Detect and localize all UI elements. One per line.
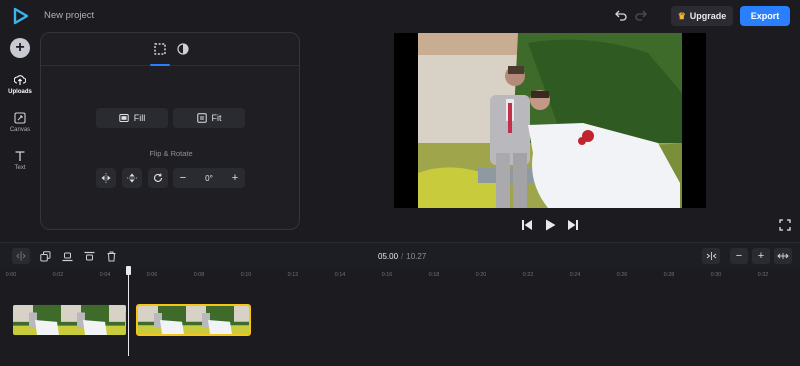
ruler-tick: 0:32 [757,272,769,278]
duplicate-button[interactable] [37,248,53,264]
ruler-tick: 0:28 [663,272,675,278]
align-bottom-button[interactable] [59,248,75,264]
preview-frame-image [418,33,682,208]
export-button[interactable]: Export [740,6,790,26]
fit-button[interactable]: Fit [173,108,245,128]
video-editor: New project ♛ Upgrade Export + Uploads C… [0,0,800,366]
fullscreen-icon[interactable] [779,219,791,231]
crown-icon: ♛ [677,10,686,21]
timeline-ruler[interactable]: 0:00 0:02 0:04 0:06 0:08 0:10 0:12 0:14 … [0,268,800,282]
undo-icon[interactable] [614,8,628,22]
duplicate-icon [39,250,50,261]
fit-timeline-icon [706,252,716,260]
flip-rotate-label: Flip & Rotate [149,149,193,158]
expand-timeline-button[interactable] [774,248,792,264]
ruler-tick: 0:24 [569,272,581,278]
flip-vertical-icon [127,173,137,183]
timecode: 05.00/10.27 [378,252,426,261]
sidebar-item-label: Canvas [9,127,31,133]
fit-icon [196,113,207,123]
plus-icon: + [757,250,765,262]
timeline-clip-selected[interactable] [136,304,251,336]
active-tab-indicator [150,64,170,66]
fit-label: Fit [211,113,222,123]
minus-icon: − [735,250,743,262]
sidebar-item-label: Text [14,165,26,171]
flip-vertical-button[interactable] [122,168,142,188]
app-logo-icon[interactable] [12,7,30,25]
ruler-tick: 0:10 [240,272,252,278]
canvas-icon [14,112,26,124]
total-time: 10.27 [406,252,427,261]
clip-thumbnail [109,305,126,335]
trash-icon [107,251,115,261]
current-time: 05.00 [378,252,399,261]
zoom-in-button[interactable]: + [752,248,770,264]
flip-horizontal-icon [101,173,111,183]
ruler-tick: 0:22 [522,272,534,278]
panel-tabs [41,33,299,66]
rotate-button[interactable] [148,168,168,188]
top-bar: New project ♛ Upgrade Export [0,0,800,32]
expand-icon [777,253,789,259]
ruler-tick: 0:04 [99,272,111,278]
ruler-tick: 0:12 [287,272,299,278]
project-title[interactable]: New project [44,10,94,21]
text-icon [15,151,25,161]
ruler-tick: 0:00 [5,272,17,278]
add-media-button[interactable]: + [10,38,30,58]
redo-icon[interactable] [634,8,648,22]
rotation-decrease-button[interactable]: − [173,168,193,188]
rotate-icon [154,173,163,182]
clip-thumbnail [61,305,109,335]
ruler-tick: 0:06 [146,272,158,278]
ruler-tick: 0:16 [381,272,393,278]
playhead-line[interactable] [128,272,129,356]
flip-horizontal-button[interactable] [96,168,116,188]
clip-thumbnail [186,306,234,334]
ruler-tick: 0:26 [616,272,628,278]
align-bottom-icon [62,252,72,261]
ruler-tick: 0:20 [475,272,487,278]
clip-thumbnail [234,306,249,334]
play-icon[interactable] [543,218,557,232]
ruler-tick: 0:18 [428,272,440,278]
delete-button[interactable] [103,248,119,264]
rotation-stepper: − 0° + [173,168,245,188]
timeline-toolbar: 05.00/10.27 − + [0,242,800,268]
fill-icon [119,114,129,122]
clip-thumbnail [138,306,186,334]
upgrade-button[interactable]: ♛ Upgrade [671,6,733,26]
fill-button[interactable]: Fill [96,108,168,128]
rotation-increase-button[interactable]: + [225,168,245,188]
fit-timeline-button[interactable] [702,248,720,264]
crop-icon[interactable] [152,41,168,57]
split-icon [16,251,26,261]
time-separator: / [401,252,404,261]
sidebar-item-text[interactable]: Text [0,150,40,171]
sidebar-item-canvas[interactable]: Canvas [0,112,40,133]
upload-icon [14,75,26,85]
split-button[interactable] [12,248,30,264]
rotation-value[interactable]: 0° [193,168,225,188]
fill-label: Fill [133,113,146,123]
upgrade-label: Upgrade [689,11,727,21]
timeline-clip[interactable] [12,304,127,336]
filter-icon[interactable] [175,41,191,57]
skip-forward-icon[interactable] [566,218,580,232]
left-sidebar: + Uploads Canvas Text [0,32,40,242]
ruler-tick: 0:14 [334,272,346,278]
ruler-tick: 0:08 [193,272,205,278]
align-top-button[interactable] [81,248,97,264]
sidebar-item-uploads[interactable]: Uploads [0,74,40,95]
video-preview[interactable] [394,33,706,208]
ruler-tick: 0:30 [710,272,722,278]
skip-back-icon[interactable] [520,218,534,232]
align-top-icon [84,251,94,260]
settings-panel: Fill Fit Flip & Rotate − 0° + [40,32,300,230]
clip-thumbnail [13,305,61,335]
ruler-tick: 0:02 [52,272,64,278]
zoom-out-button[interactable]: − [730,248,748,264]
sidebar-item-label: Uploads [8,89,32,95]
